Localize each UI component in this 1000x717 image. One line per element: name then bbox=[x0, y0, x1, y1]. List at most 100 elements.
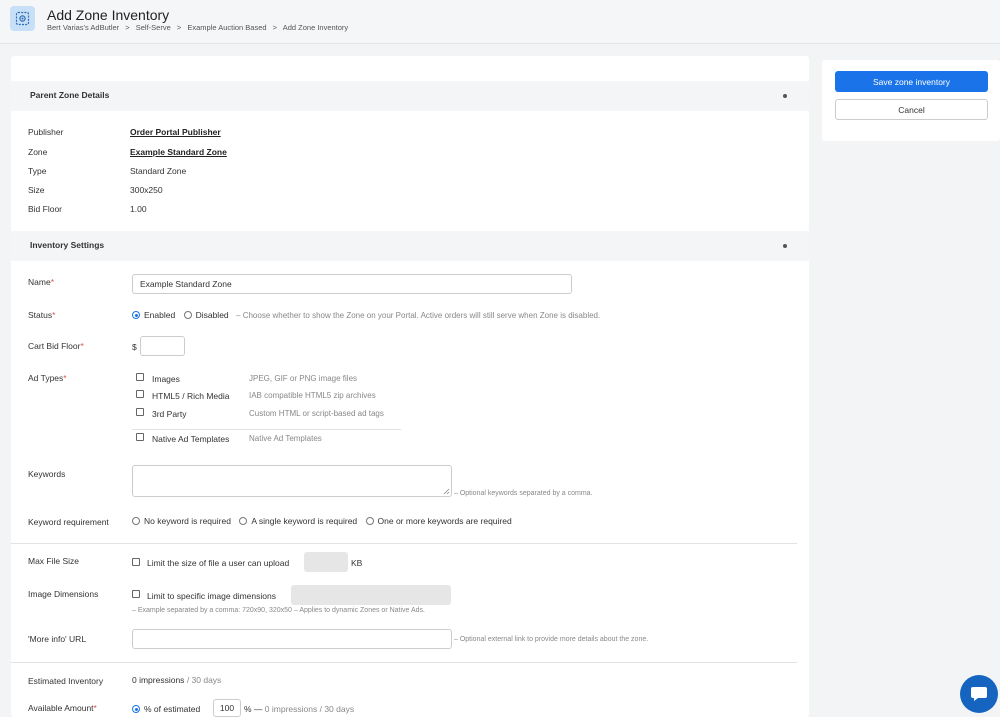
required-mark: * bbox=[50, 277, 54, 287]
breadcrumb-item-current: Add Zone Inventory bbox=[282, 23, 349, 32]
name-label-text: Name bbox=[28, 277, 51, 287]
zone-label: Zone bbox=[28, 147, 48, 157]
status-disabled-radio[interactable] bbox=[183, 311, 192, 319]
estimated-period: / 30 days bbox=[186, 675, 222, 685]
required-mark: * bbox=[52, 310, 56, 320]
available-amount-option: % of estimated bbox=[132, 704, 200, 714]
keywords-hint: – Optional keywords separated by a comma… bbox=[454, 490, 593, 497]
more-info-url-input[interactable] bbox=[132, 629, 452, 649]
keyword-none-radio[interactable] bbox=[132, 517, 140, 525]
page-header: Add Zone Inventory Bert Varias's AdButle… bbox=[0, 0, 1000, 44]
zone-inventory-form: Parent Zone Details Publisher Order Port… bbox=[11, 56, 809, 717]
ad-type-html5-checkbox[interactable] bbox=[136, 390, 144, 398]
ad-type-native-checkbox[interactable] bbox=[136, 433, 144, 441]
percent-estimated-label[interactable]: % of estimated bbox=[144, 704, 200, 714]
max-file-size-checkbox[interactable] bbox=[132, 558, 140, 566]
available-amount-label: Available Amount* bbox=[28, 703, 97, 713]
breadcrumb-item-self-serve[interactable]: Self-Serve bbox=[136, 23, 171, 32]
status-options: Enabled Disabled – Choose whether to sho… bbox=[132, 310, 600, 320]
type-value: Standard Zone bbox=[130, 166, 187, 176]
keyword-single-label[interactable]: A single keyword is required bbox=[251, 516, 357, 526]
bid-floor-label: Bid Floor bbox=[28, 204, 63, 214]
name-input[interactable]: Example Standard Zone bbox=[132, 274, 572, 294]
keyword-requirement-label: Keyword requirement bbox=[28, 517, 109, 527]
cart-bid-floor-input[interactable] bbox=[140, 336, 185, 356]
publisher-link[interactable]: Order Portal Publisher bbox=[130, 127, 221, 137]
actions-panel: Save zone inventory Cancel bbox=[822, 60, 1000, 141]
percent-suffix: % — bbox=[244, 704, 263, 714]
breadcrumb-separator: > bbox=[176, 23, 182, 32]
more-info-url-hint: – Optional external link to provide more… bbox=[454, 636, 649, 643]
image-dimensions-label: Image Dimensions bbox=[28, 589, 99, 599]
more-info-url-label: 'More info' URL bbox=[28, 634, 87, 644]
breadcrumb-separator: > bbox=[125, 23, 130, 32]
bid-floor-value: 1.00 bbox=[130, 204, 147, 214]
ad-type-3rd-party-label[interactable]: 3rd Party bbox=[152, 409, 187, 419]
ad-type-3rd-party-checkbox[interactable] bbox=[136, 408, 144, 416]
available-percent-input[interactable]: 100 bbox=[213, 699, 241, 717]
keywords-textarea[interactable] bbox=[132, 465, 452, 497]
max-file-size-input[interactable] bbox=[304, 552, 348, 572]
size-label: Size bbox=[28, 185, 45, 195]
ad-type-native-desc: Native Ad Templates bbox=[249, 434, 322, 443]
keyword-multiple-radio[interactable] bbox=[365, 517, 374, 525]
required-mark: * bbox=[93, 703, 97, 713]
max-file-size-checkbox-label[interactable]: Limit the size of file a user can upload bbox=[147, 558, 289, 568]
status-enabled-radio[interactable] bbox=[132, 311, 140, 319]
cancel-button[interactable]: Cancel bbox=[835, 99, 988, 120]
ad-types-label: Ad Types* bbox=[28, 373, 67, 383]
estimated-inventory-value: 0 impressions / 30 days bbox=[132, 675, 221, 685]
resize-handle-icon[interactable] bbox=[443, 488, 450, 495]
type-label: Type bbox=[28, 166, 47, 176]
breadcrumb-item-portal[interactable]: Example Auction Based bbox=[187, 23, 266, 32]
collapse-dot-icon[interactable] bbox=[783, 244, 787, 248]
keyword-requirement-options: No keyword is required A single keyword … bbox=[132, 516, 512, 526]
cart-bid-floor-label-text: Cart Bid Floor bbox=[28, 341, 81, 351]
max-file-size-label: Max File Size bbox=[28, 556, 80, 566]
save-zone-inventory-button[interactable]: Save zone inventory bbox=[835, 71, 988, 92]
keywords-label: Keywords bbox=[28, 469, 66, 479]
status-disabled-label[interactable]: Disabled bbox=[196, 310, 229, 320]
ad-type-images-checkbox[interactable] bbox=[136, 373, 144, 381]
ad-types-divider bbox=[132, 429, 401, 430]
keyword-multiple-label[interactable]: One or more keywords are required bbox=[378, 516, 512, 526]
image-dimensions-hint: – Example separated by a comma: 720x90, … bbox=[132, 607, 425, 614]
keyword-none-label[interactable]: No keyword is required bbox=[144, 516, 231, 526]
chat-widget-button[interactable] bbox=[960, 675, 998, 713]
section-title: Inventory Settings bbox=[30, 240, 105, 250]
ad-type-images-label[interactable]: Images bbox=[152, 374, 180, 384]
currency-symbol: $ bbox=[132, 342, 137, 352]
parent-zone-section-header[interactable]: Parent Zone Details bbox=[11, 81, 809, 111]
breadcrumb-item-account[interactable]: Bert Varias's AdButler bbox=[47, 23, 119, 32]
image-dimensions-input[interactable] bbox=[291, 585, 451, 605]
page-title: Add Zone Inventory bbox=[47, 7, 170, 23]
image-dimensions-checkbox-label[interactable]: Limit to specific image dimensions bbox=[147, 591, 276, 601]
estimated-impressions: 0 impressions bbox=[132, 675, 185, 685]
required-mark: * bbox=[80, 341, 84, 351]
form-divider bbox=[11, 543, 797, 544]
ad-types-label-text: Ad Types bbox=[28, 373, 64, 383]
ad-type-images-desc: JPEG, GIF or PNG image files bbox=[249, 374, 358, 383]
name-label: Name* bbox=[28, 277, 54, 287]
percent-estimated-radio[interactable] bbox=[132, 705, 140, 713]
available-amount-label-text: Available Amount bbox=[28, 703, 94, 713]
zone-link[interactable]: Example Standard Zone bbox=[130, 147, 227, 157]
collapse-dot-icon[interactable] bbox=[783, 94, 787, 98]
status-label: Status* bbox=[28, 310, 55, 320]
max-file-size-unit: KB bbox=[351, 558, 363, 568]
breadcrumb: Bert Varias's AdButler > Self-Serve > Ex… bbox=[47, 23, 352, 32]
form-divider bbox=[11, 662, 797, 663]
ad-type-html5-label[interactable]: HTML5 / Rich Media bbox=[152, 391, 229, 401]
ad-type-3rd-party-desc: Custom HTML or script-based ad tags bbox=[249, 409, 384, 418]
breadcrumb-separator: > bbox=[272, 23, 278, 32]
cart-bid-floor-label: Cart Bid Floor* bbox=[28, 341, 84, 351]
inventory-section-header[interactable]: Inventory Settings bbox=[11, 231, 809, 261]
keyword-single-radio[interactable] bbox=[239, 517, 248, 525]
required-mark: * bbox=[63, 373, 67, 383]
available-amount-detail: % — 0 impressions / 30 days bbox=[244, 704, 354, 714]
estimated-inventory-label: Estimated Inventory bbox=[28, 676, 104, 686]
status-enabled-label[interactable]: Enabled bbox=[144, 310, 175, 320]
ad-type-native-label[interactable]: Native Ad Templates bbox=[152, 434, 229, 444]
image-dimensions-checkbox[interactable] bbox=[132, 590, 140, 598]
status-label-text: Status bbox=[28, 310, 53, 320]
